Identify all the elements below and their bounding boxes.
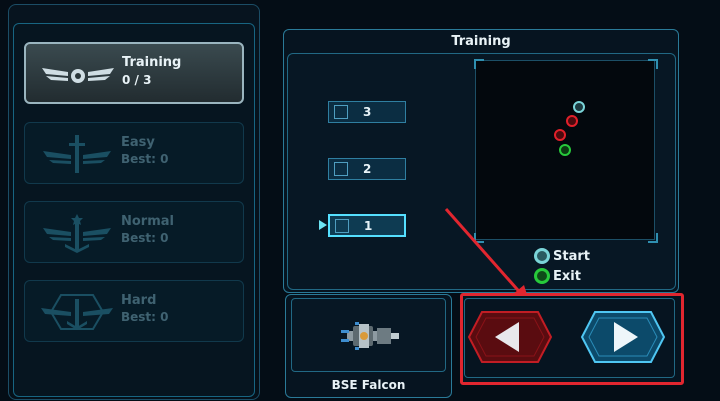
mode-title: Normal [121, 214, 174, 229]
mode-title: Training [122, 55, 182, 70]
level-1-button[interactable]: 1 [328, 214, 406, 237]
start-legend-label: Start [553, 249, 590, 264]
map-exit-node-icon [559, 144, 571, 156]
mode-easy[interactable]: Easy Best: 0 [24, 122, 244, 184]
hex-wings-emblem-icon [41, 294, 113, 330]
ship-name: BSE Falcon [331, 378, 406, 392]
next-button[interactable] [580, 310, 666, 364]
level-label: 2 [363, 162, 372, 176]
mode-best: Best: 0 [121, 310, 169, 324]
panel-title: Training [451, 34, 511, 49]
mode-normal[interactable]: Normal Best: 0 [24, 201, 244, 263]
map-enemy-node-icon [566, 115, 578, 127]
checkbox-icon [334, 162, 348, 176]
level-label: 3 [363, 105, 372, 119]
mode-title: Hard [121, 293, 157, 308]
checkbox-icon [335, 219, 349, 233]
sword-wings-emblem-icon [43, 135, 111, 173]
star-wings-emblem-icon [43, 214, 111, 253]
previous-button[interactable] [467, 310, 553, 364]
map-start-node-icon [573, 101, 585, 113]
mode-hard[interactable]: Hard Best: 0 [24, 280, 244, 342]
ship-preview[interactable] [291, 298, 446, 372]
spaceship-icon [341, 322, 399, 350]
map-enemy-node-icon [554, 129, 566, 141]
selection-marker-icon [319, 220, 327, 230]
mode-training[interactable]: Training 0 / 3 [24, 42, 244, 104]
level-label: 1 [364, 219, 373, 233]
wings-emblem-icon [42, 68, 114, 83]
mode-best: Best: 0 [121, 152, 169, 166]
mode-title: Easy [121, 135, 155, 150]
checkbox-icon [334, 105, 348, 119]
mode-progress: 0 / 3 [122, 73, 152, 87]
mode-best: Best: 0 [121, 231, 169, 245]
level-2-button[interactable]: 2 [328, 158, 406, 180]
exit-legend-label: Exit [553, 269, 581, 284]
level-3-button[interactable]: 3 [328, 101, 406, 123]
